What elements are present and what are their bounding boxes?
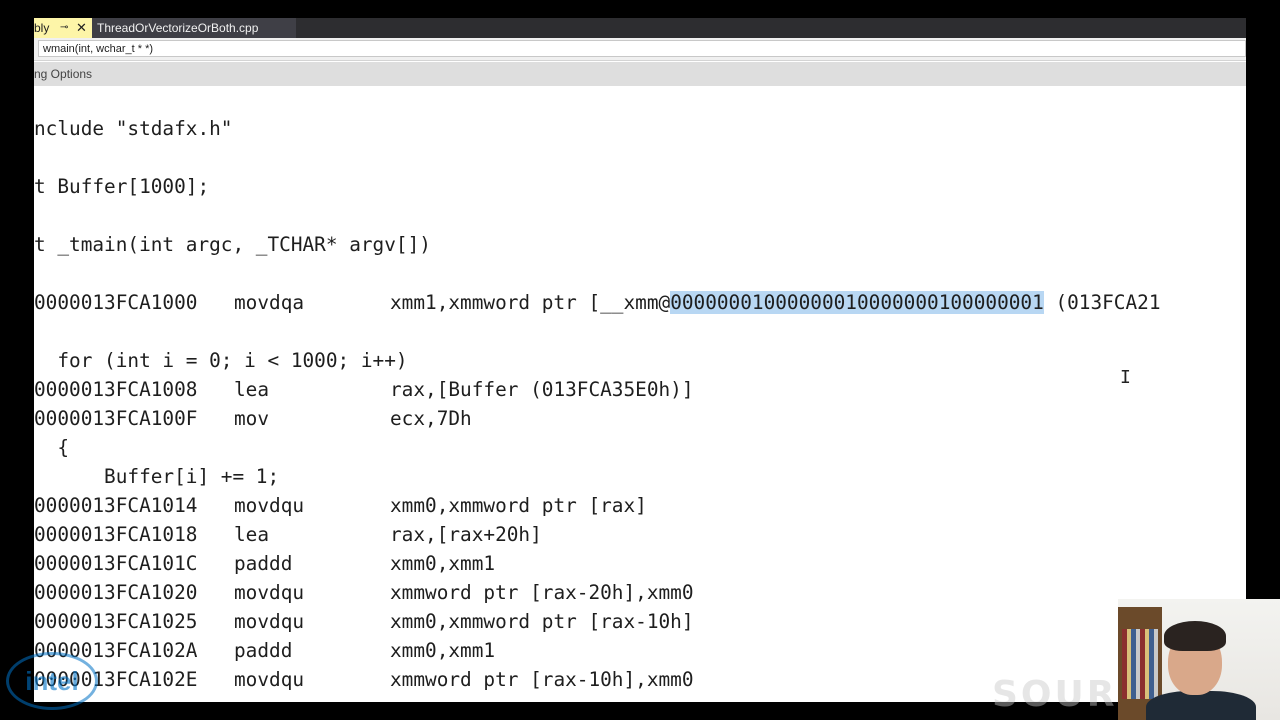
asm-operands: xmmword ptr [rax-20h],xmm0 xyxy=(390,581,694,604)
asm-opcode: mov xyxy=(234,407,270,430)
source-line: nclude "stdafx.h" xyxy=(34,117,233,140)
asm-operands: ecx,7Dh xyxy=(390,407,472,430)
asm-opcode: movdqu xyxy=(234,610,305,633)
asm-operands: xmmword ptr [rax-10h],xmm0 xyxy=(390,668,694,691)
asm-opcode: movdqa xyxy=(234,291,305,314)
intel-logo: intel xyxy=(6,652,98,710)
document-tab-strip: bly ⊸ ✕ ThreadOrVectorizeOrBoth.cpp xyxy=(34,18,1246,38)
source-line: for (int i = 0; i < 1000; i++) xyxy=(34,349,408,372)
tab-source-file-label: ThreadOrVectorizeOrBoth.cpp xyxy=(97,21,259,35)
presenter-webcam xyxy=(1118,599,1280,720)
source-line: t _tmain(int argc, _TCHAR* argv[]) xyxy=(34,233,431,256)
asm-opcode: movdqu xyxy=(234,494,305,517)
asm-address: 0000013FCA1008 xyxy=(34,378,198,401)
books xyxy=(1122,629,1158,699)
asm-opcode: lea xyxy=(234,523,270,546)
tab-disassembly[interactable]: bly ⊸ ✕ xyxy=(34,18,92,38)
asm-address: 0000013FCA1020 xyxy=(34,581,198,604)
asm-operands: xmm0,xmm1 xyxy=(390,552,496,575)
asm-operands-prefix: xmm1,xmmword ptr [__xmm@ xyxy=(390,291,671,314)
asm-address: 0000013FCA1025 xyxy=(34,610,198,633)
tab-disassembly-label: bly xyxy=(34,21,50,35)
function-dropdown[interactable]: wmain(int, wchar_t * *) xyxy=(38,40,1246,57)
asm-line: 0000013FCA1025 movdqu xmm0,xmmword ptr [… xyxy=(34,607,1246,636)
presenter-hair xyxy=(1164,621,1226,651)
asm-opcode: lea xyxy=(234,378,270,401)
viewing-options-label[interactable]: ng Options xyxy=(34,62,92,86)
asm-line: 0000013FCA1014 movdqu xmm0,xmmword ptr [… xyxy=(34,491,1246,520)
close-icon[interactable]: ✕ xyxy=(76,18,87,38)
asm-operands-suffix: (013FCA21 xyxy=(1043,291,1161,314)
asm-address: 0000013FCA101C xyxy=(34,552,198,575)
asm-address: 0000013FCA100F xyxy=(34,407,198,430)
asm-operands: rax,[Buffer (013FCA35E0h)] xyxy=(390,378,694,401)
pin-icon[interactable]: ⊸ xyxy=(60,18,68,38)
tab-source-file[interactable]: ThreadOrVectorizeOrBoth.cpp xyxy=(92,18,296,38)
asm-operands: xmm0,xmmword ptr [rax-10h] xyxy=(390,610,694,633)
source-line: Buffer[i] += 1; xyxy=(34,465,280,488)
asm-address: 0000013FCA1000 xyxy=(34,291,198,314)
asm-line: 0000013FCA101C paddd xmm0,xmm1 xyxy=(34,549,1246,578)
asm-opcode: paddd xyxy=(234,552,293,575)
asm-operands: xmm0,xmm1 xyxy=(390,639,496,662)
presenter-body xyxy=(1146,691,1256,720)
asm-line: 0000013FCA1000 movdqa xmm1,xmmword ptr [… xyxy=(34,288,1246,317)
asm-line: 0000013FCA1020 movdqu xmmword ptr [rax-2… xyxy=(34,578,1246,607)
asm-line: 0000013FCA102A paddd xmm0,xmm1 xyxy=(34,636,1246,665)
disassembly-view[interactable]: nclude "stdafx.h" t Buffer[1000]; t _tma… xyxy=(34,86,1246,702)
source-line: t Buffer[1000]; xyxy=(34,175,210,198)
text-cursor-icon: I xyxy=(1120,367,1131,388)
asm-opcode: paddd xyxy=(234,639,293,662)
asm-line: 0000013FCA1008 lea rax,[Buffer (013FCA35… xyxy=(34,375,1246,404)
asm-opcode: movdqu xyxy=(234,668,305,691)
asm-address: 0000013FCA1014 xyxy=(34,494,198,517)
asm-address: 0000013FCA1018 xyxy=(34,523,198,546)
asm-operands: xmm1,xmmword ptr [__xmm@0000000100000001… xyxy=(390,288,1161,317)
selected-text[interactable]: 00000001000000010000000100000001 xyxy=(670,291,1044,314)
viewing-options-bar[interactable]: ng Options xyxy=(34,62,1246,87)
asm-operands: rax,[rax+20h] xyxy=(390,523,542,546)
asm-line: 0000013FCA100F mov ecx,7Dh xyxy=(34,404,1246,433)
ide-window: bly ⊸ ✕ ThreadOrVectorizeOrBoth.cpp wmai… xyxy=(34,18,1246,702)
navigation-bar: wmain(int, wchar_t * *) xyxy=(34,38,1246,61)
source-line: { xyxy=(34,436,70,459)
asm-line: 0000013FCA1018 lea rax,[rax+20h] xyxy=(34,520,1246,549)
asm-opcode: movdqu xyxy=(234,581,305,604)
asm-operands: xmm0,xmmword ptr [rax] xyxy=(390,494,647,517)
